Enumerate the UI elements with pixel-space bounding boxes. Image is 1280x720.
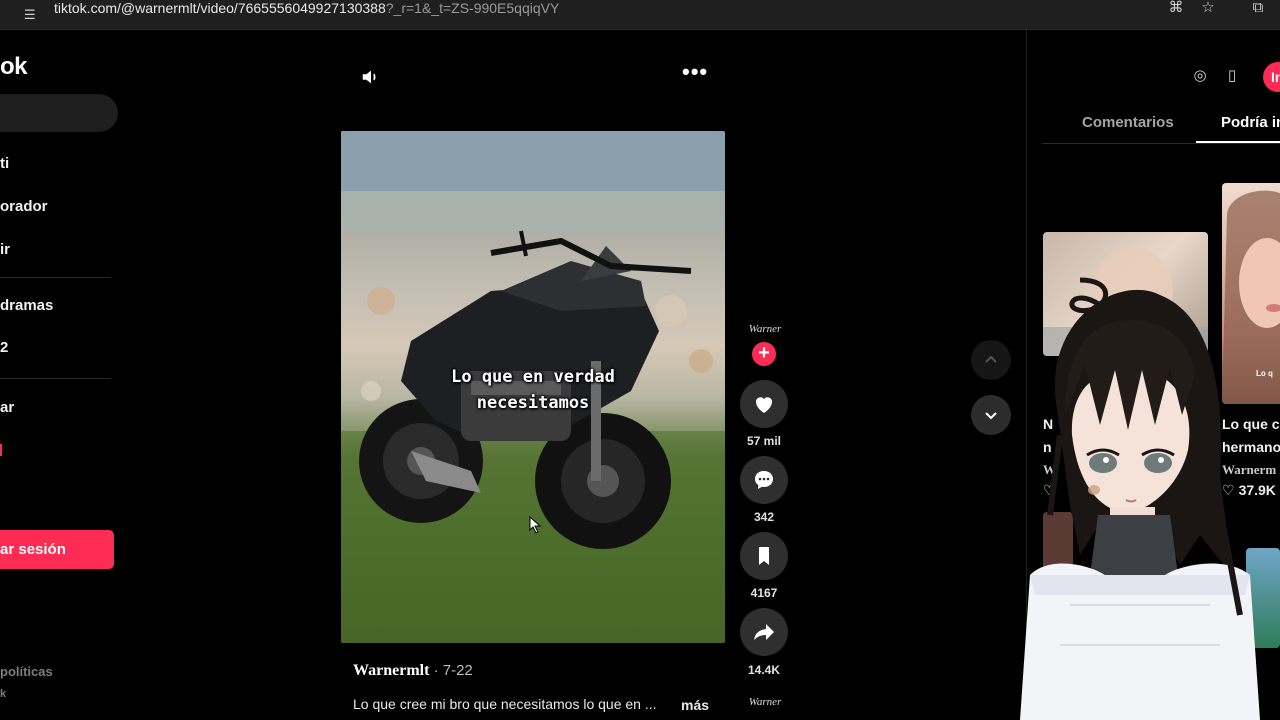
footer-copyright: k (0, 688, 7, 700)
phone-icon[interactable]: ▯ (1222, 66, 1242, 86)
caption-line-1: Lo que en verdad (451, 367, 615, 387)
url-text[interactable]: tiktok.com/@warnermlt/video/766555604992… (54, 0, 559, 16)
like-button[interactable] (740, 380, 788, 428)
sound-avatar[interactable]: Warner (742, 696, 788, 716)
streamer-avatar-overlay (1020, 277, 1260, 720)
heart-icon (755, 397, 773, 413)
sidebar-item-upload[interactable]: ar (0, 399, 14, 416)
translate-icon[interactable]: ⌘ (1167, 0, 1185, 18)
previous-video-button[interactable] (971, 340, 1011, 380)
tiktok-logo[interactable]: ok (0, 53, 28, 81)
tab-suggestions[interactable]: Podría in (1221, 114, 1280, 131)
more-icon[interactable]: ••• (682, 61, 707, 88)
caption-line-2: necesitamos (476, 393, 590, 413)
sidebar-item-following[interactable]: ir (0, 241, 10, 258)
chevron-down-icon (985, 412, 997, 420)
share-count: 14.4K (747, 663, 781, 677)
tab-active-underline (1196, 141, 1280, 143)
url-main: tiktok.com/@warnermlt/video/766555604992… (54, 0, 386, 16)
star-icon[interactable]: ☆ (1199, 0, 1217, 18)
tab-comments[interactable]: Comentarios (1082, 114, 1174, 131)
share-button[interactable] (740, 608, 788, 656)
creator-avatar[interactable]: Warner (742, 314, 788, 344)
save-button[interactable] (740, 532, 788, 580)
volume-icon[interactable] (360, 66, 382, 88)
extension-icon[interactable]: ⧉ (1249, 0, 1267, 18)
login-button[interactable]: ar sesión (0, 530, 114, 569)
video-author-line[interactable]: Warnermlt · 7-22 (353, 662, 473, 680)
sidebar-item-explore[interactable]: orador (0, 198, 48, 215)
video-description: Lo que cree mi bro que necesitamos lo qu… (353, 696, 657, 712)
like-count: 57 mil (746, 434, 782, 448)
sidebar-divider (0, 378, 111, 379)
url-query: ?_r=1&_t=ZS-990E5qqiqVY (385, 0, 560, 16)
comment-icon (755, 471, 773, 489)
profile-avatar[interactable]: In (1263, 62, 1280, 92)
search-input[interactable] (0, 94, 118, 132)
next-video-button[interactable] (971, 395, 1011, 435)
sidebar-item-for-you[interactable]: ti (0, 155, 9, 172)
post-date: · 7-22 (429, 662, 473, 679)
author-name[interactable]: Warnermlt (353, 662, 429, 679)
sidebar-live-indicator (0, 444, 2, 456)
follow-button[interactable]: + (752, 342, 776, 366)
sidebar-item-more[interactable]: 2 (0, 339, 8, 356)
share-icon (754, 624, 774, 640)
more-link[interactable]: más (681, 697, 709, 713)
bookmark-icon (759, 547, 769, 565)
chevron-up-icon (985, 355, 997, 363)
site-info-icon[interactable]: ☰ (24, 7, 40, 23)
save-count: 4167 (750, 586, 778, 600)
tiktok-mini-icon[interactable]: ◎ (1190, 66, 1210, 86)
tabs-divider (1042, 143, 1280, 144)
sidebar-item-dramas[interactable]: dramas (0, 297, 53, 314)
footer-policies-link[interactable]: políticas (0, 664, 53, 679)
cursor-icon (529, 516, 542, 534)
video-caption: Lo que en verdad necesitamos (341, 364, 725, 416)
video-player[interactable]: Lo que en verdad necesitamos (341, 131, 725, 643)
browser-url-bar[interactable]: ☰ tiktok.com/@warnermlt/video/7665556049… (0, 0, 1280, 30)
sidebar-divider (0, 277, 111, 278)
comment-button[interactable] (740, 456, 788, 504)
comment-count: 342 (753, 510, 775, 524)
